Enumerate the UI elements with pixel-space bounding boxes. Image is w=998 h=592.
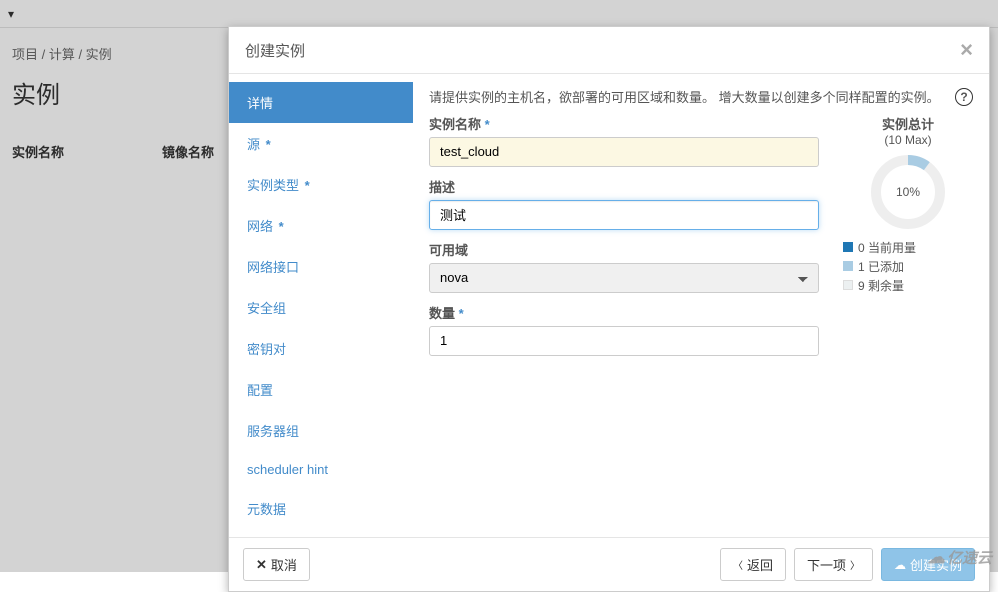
legend-swatch-remain <box>843 280 853 290</box>
donut-percent: 10% <box>869 153 947 231</box>
legend-current: 0 当前用量 <box>858 239 916 256</box>
desc-label: 描述 <box>429 177 819 196</box>
nav-flavor[interactable]: 实例类型 * <box>229 164 413 205</box>
cloud-logo-icon: ☁ <box>927 547 945 568</box>
usage-legend: 0 当前用量 1 已添加 9 剩余量 <box>843 239 973 294</box>
required-icon: * <box>266 137 271 152</box>
back-button[interactable]: 〈返回 <box>720 548 786 581</box>
nav-source[interactable]: 源 * <box>229 123 413 164</box>
cloud-icon: ☁ <box>894 558 906 572</box>
name-label: 实例名称 * <box>429 114 819 133</box>
required-icon: * <box>459 306 464 321</box>
legend-remain: 9 剩余量 <box>858 277 904 294</box>
legend-swatch-current <box>843 242 853 252</box>
required-icon: * <box>305 178 310 193</box>
nav-port[interactable]: 网络接口 <box>229 246 413 287</box>
availability-zone-select[interactable]: nova <box>429 263 819 293</box>
modal-footer: ✕ 取消 〈返回 下一项 〉 ☁ 创建实例 <box>229 537 989 591</box>
nav-metadata[interactable]: 元数据 <box>229 488 413 529</box>
modal-title: 创建实例 <box>245 40 305 61</box>
chevron-right-icon: 〉 <box>850 557 860 572</box>
total-max: (10 Max) <box>843 133 973 147</box>
modal-header: 创建实例 × <box>229 27 989 74</box>
nav-scheduler[interactable]: scheduler hint <box>229 451 413 488</box>
next-button[interactable]: 下一项 〉 <box>794 548 873 581</box>
help-icon[interactable]: ? <box>955 88 973 106</box>
help-text: 请提供实例的主机名，欲部署的可用区域和数量。 增大数量以创建多个同样配置的实例。… <box>429 88 973 108</box>
nav-servergroup[interactable]: 服务器组 <box>229 410 413 451</box>
description-input[interactable] <box>429 200 819 230</box>
count-input[interactable] <box>429 326 819 356</box>
cancel-button[interactable]: ✕ 取消 <box>243 548 310 581</box>
legend-added: 1 已添加 <box>858 258 904 275</box>
az-label: 可用域 <box>429 240 819 259</box>
total-title: 实例总计 <box>843 114 973 133</box>
create-instance-modal: 创建实例 × 详情 源 * 实例类型 * 网络 * 网络接口 安全组 密钥对 配… <box>228 26 990 592</box>
nav-details[interactable]: 详情 <box>229 82 413 123</box>
nav-secgroup[interactable]: 安全组 <box>229 287 413 328</box>
x-icon: ✕ <box>256 557 267 573</box>
watermark: ☁ 亿速云 <box>927 547 992 568</box>
nav-keypair[interactable]: 密钥对 <box>229 328 413 369</box>
legend-swatch-added <box>843 261 853 271</box>
count-label: 数量 * <box>429 303 819 322</box>
usage-donut-chart: 10% <box>869 153 947 231</box>
instance-name-input[interactable] <box>429 137 819 167</box>
nav-config[interactable]: 配置 <box>229 369 413 410</box>
required-icon: * <box>485 117 490 132</box>
nav-network[interactable]: 网络 * <box>229 205 413 246</box>
required-icon: * <box>279 219 284 234</box>
wizard-nav: 详情 源 * 实例类型 * 网络 * 网络接口 安全组 密钥对 配置 服务器组 … <box>229 74 413 537</box>
chevron-left-icon: 〈 <box>733 557 743 572</box>
close-icon[interactable]: × <box>960 39 973 61</box>
wizard-content: 请提供实例的主机名，欲部署的可用区域和数量。 增大数量以创建多个同样配置的实例。… <box>413 74 989 537</box>
